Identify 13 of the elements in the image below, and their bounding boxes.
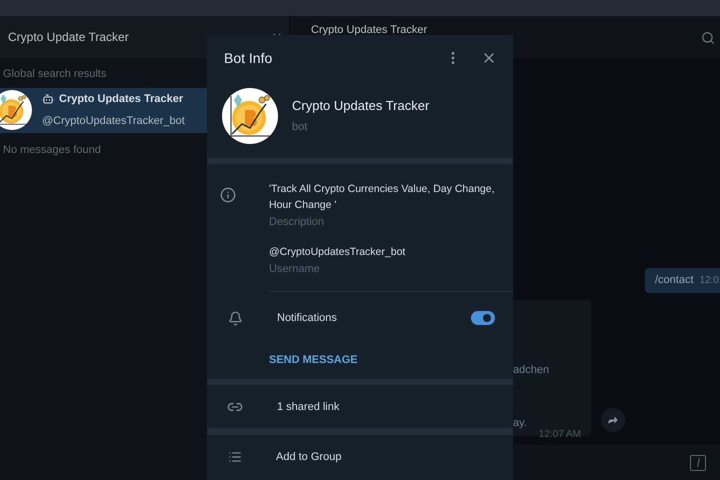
bot-status: bot — [292, 120, 308, 135]
bot-name: Crypto Updates Tracker — [292, 97, 430, 116]
info-value: @CryptoUpdatesTracker_bot — [269, 244, 406, 260]
outgoing-message: /contact 12:0 — [645, 268, 720, 293]
chat-title: Crypto Updates Tracker — [311, 23, 428, 38]
result-title: Crypto Updates Tracker — [59, 92, 184, 107]
section-title: Global search results — [2, 67, 108, 82]
empty-message: No messages found — [2, 142, 102, 158]
info-label: Description — [269, 215, 326, 230]
notifications-label: Notifications — [277, 311, 337, 326]
info-label: Username — [269, 262, 321, 277]
result-username: @CryptoUpdatesTracker_bot — [42, 114, 185, 128]
info-value: 'Track All Crypto Currencies Value, Day Change, Hour Change ' — [269, 182, 496, 214]
